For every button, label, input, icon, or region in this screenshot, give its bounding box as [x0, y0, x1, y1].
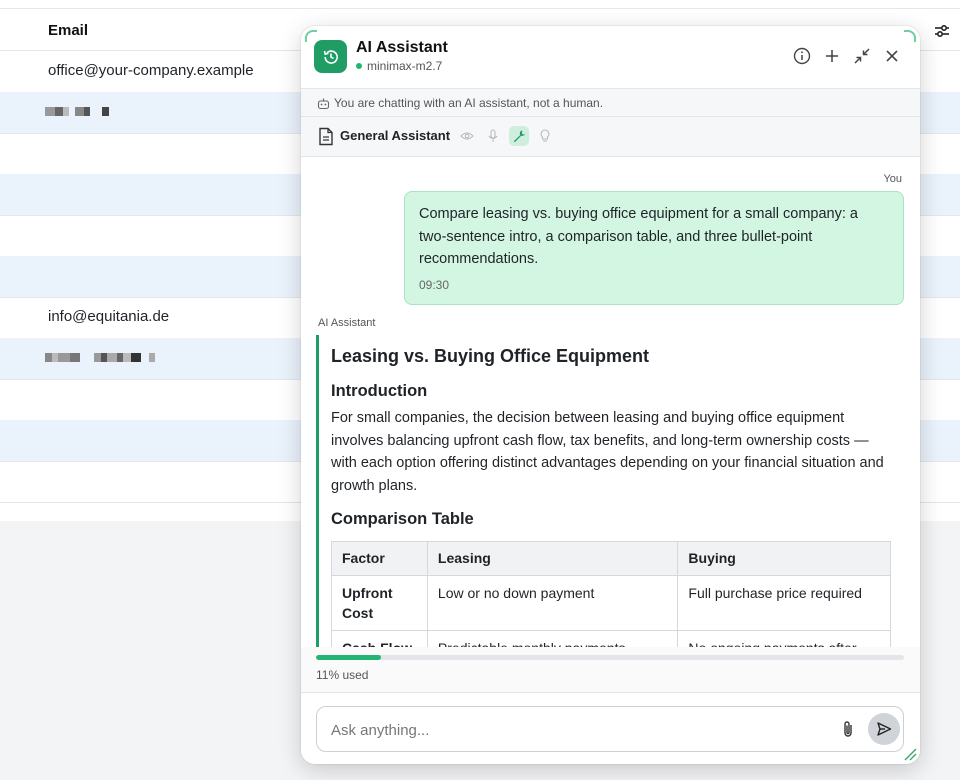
usage-bar-fill	[316, 655, 381, 660]
message-input[interactable]	[331, 719, 831, 741]
table-cell: Full purchase price required	[677, 575, 891, 631]
mic-icon[interactable]	[483, 126, 503, 146]
comparison-table: Factor Leasing Buying Upfront Cost Low o…	[331, 541, 891, 647]
email-column-header[interactable]: Email	[48, 22, 88, 39]
table-cell: No ongoing payments after	[677, 630, 891, 647]
ai-disclosure-notice: You are chatting with an AI assistant, n…	[301, 88, 920, 117]
email-cell: office@your-company.example	[48, 62, 254, 79]
user-message-bubble: Compare leasing vs. buying office equipm…	[404, 191, 904, 305]
user-message-text: Compare leasing vs. buying office equipm…	[419, 206, 858, 267]
message-list[interactable]: You Compare leasing vs. buying office eq…	[301, 157, 920, 647]
resize-handle-icon[interactable]	[903, 747, 917, 761]
assistant-mode-bar: General Assistant	[301, 117, 920, 157]
table-heading: Comparison Table	[331, 510, 474, 528]
usage-meter: 11% used	[301, 647, 920, 693]
panel-header: AI Assistant minimax-m2.7	[301, 26, 920, 88]
table-row: Upfront Cost Low or no down payment Full…	[331, 575, 891, 631]
email-cell: info@equitania.de	[48, 308, 170, 325]
table-header-row: Factor Leasing Buying	[331, 541, 891, 576]
send-button[interactable]	[868, 713, 900, 745]
ai-chat-panel: AI Assistant minimax-m2.7 You are chatti…	[301, 26, 920, 764]
assistant-message: Leasing vs. Buying Office Equipment Intr…	[316, 335, 906, 647]
table-cell: Predictable monthly payments	[426, 630, 679, 647]
redacted-text	[45, 107, 109, 116]
usage-label: 11% used	[316, 668, 369, 682]
assistant-mode-select[interactable]: General Assistant	[340, 128, 450, 143]
plus-icon[interactable]	[822, 46, 842, 66]
model-name: minimax-m2.7	[367, 59, 443, 73]
column-settings-icon[interactable]	[933, 22, 951, 40]
notice-text: You are chatting with an AI assistant, n…	[334, 96, 604, 110]
message-timestamp: 09:30	[419, 277, 450, 292]
send-icon	[877, 722, 892, 736]
close-icon[interactable]	[882, 46, 902, 66]
table-row: Cash Flow Predictable monthly payments N…	[331, 630, 891, 647]
status-dot	[356, 63, 362, 69]
info-icon[interactable]	[792, 46, 812, 66]
paperclip-icon[interactable]	[841, 720, 855, 744]
robot-icon	[317, 97, 330, 115]
wrench-icon[interactable]	[509, 126, 529, 146]
table-header-cell: Buying	[677, 541, 891, 576]
intro-heading: Introduction	[331, 382, 428, 400]
history-icon[interactable]	[314, 40, 347, 73]
document-icon	[318, 127, 334, 151]
lightbulb-icon[interactable]	[535, 126, 555, 146]
message-input-wrapper	[316, 706, 904, 752]
panel-title: AI Assistant	[356, 39, 448, 56]
table-header-cell: Factor	[331, 541, 428, 576]
table-cell: Low or no down payment	[426, 575, 679, 631]
assistant-author-label: AI Assistant	[318, 317, 376, 329]
intro-paragraph: For small companies, the decision betwee…	[331, 410, 884, 494]
minimize-icon[interactable]	[852, 46, 872, 66]
table-header-cell: Leasing	[426, 541, 679, 576]
eye-icon[interactable]	[457, 126, 477, 146]
redacted-text	[45, 353, 155, 362]
composer	[301, 693, 920, 764]
response-heading: Leasing vs. Buying Office Equipment	[331, 346, 650, 366]
table-cell: Cash Flow	[331, 630, 428, 647]
table-cell: Upfront Cost	[331, 575, 428, 631]
user-author-label: You	[883, 173, 902, 185]
usage-bar	[316, 655, 904, 660]
